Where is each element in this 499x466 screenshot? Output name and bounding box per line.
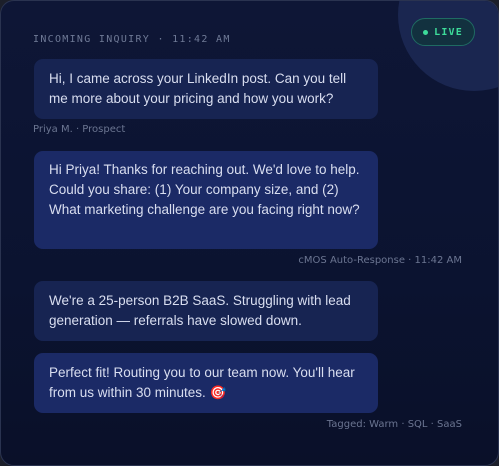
message-bubble-prospect-2: We're a 25-person B2B SaaS. Struggling w… <box>34 281 378 341</box>
message-bubble-routing: Perfect fit! Routing you to our team now… <box>34 353 378 413</box>
chat-panel: LIVE INCOMING INQUIRY · 11:42 AM Hi, I c… <box>0 0 499 466</box>
live-dot-icon <box>423 29 429 35</box>
message-text: Perfect fit! Routing you to our team now… <box>49 365 355 400</box>
sender-label: Priya M. · Prospect <box>33 124 126 135</box>
auto-response-label: cMOS Auto-Response · 11:42 AM <box>298 255 462 266</box>
live-badge-label: LIVE <box>434 26 463 38</box>
message-bubble-auto-response: Hi Priya! Thanks for reaching out. We'd … <box>34 151 378 249</box>
message-bubble-prospect-1: Hi, I came across your LinkedIn post. Ca… <box>34 59 378 119</box>
inquiry-header: INCOMING INQUIRY · 11:42 AM <box>33 34 231 45</box>
message-text: We're a 25-person B2B SaaS. Struggling w… <box>49 293 351 328</box>
message-text: Hi Priya! Thanks for reaching out. We'd … <box>49 162 360 217</box>
tags-label: Tagged: Warm · SQL · SaaS <box>326 419 462 430</box>
live-status-badge: LIVE <box>411 18 475 46</box>
message-text: Hi, I came across your LinkedIn post. Ca… <box>49 71 347 106</box>
